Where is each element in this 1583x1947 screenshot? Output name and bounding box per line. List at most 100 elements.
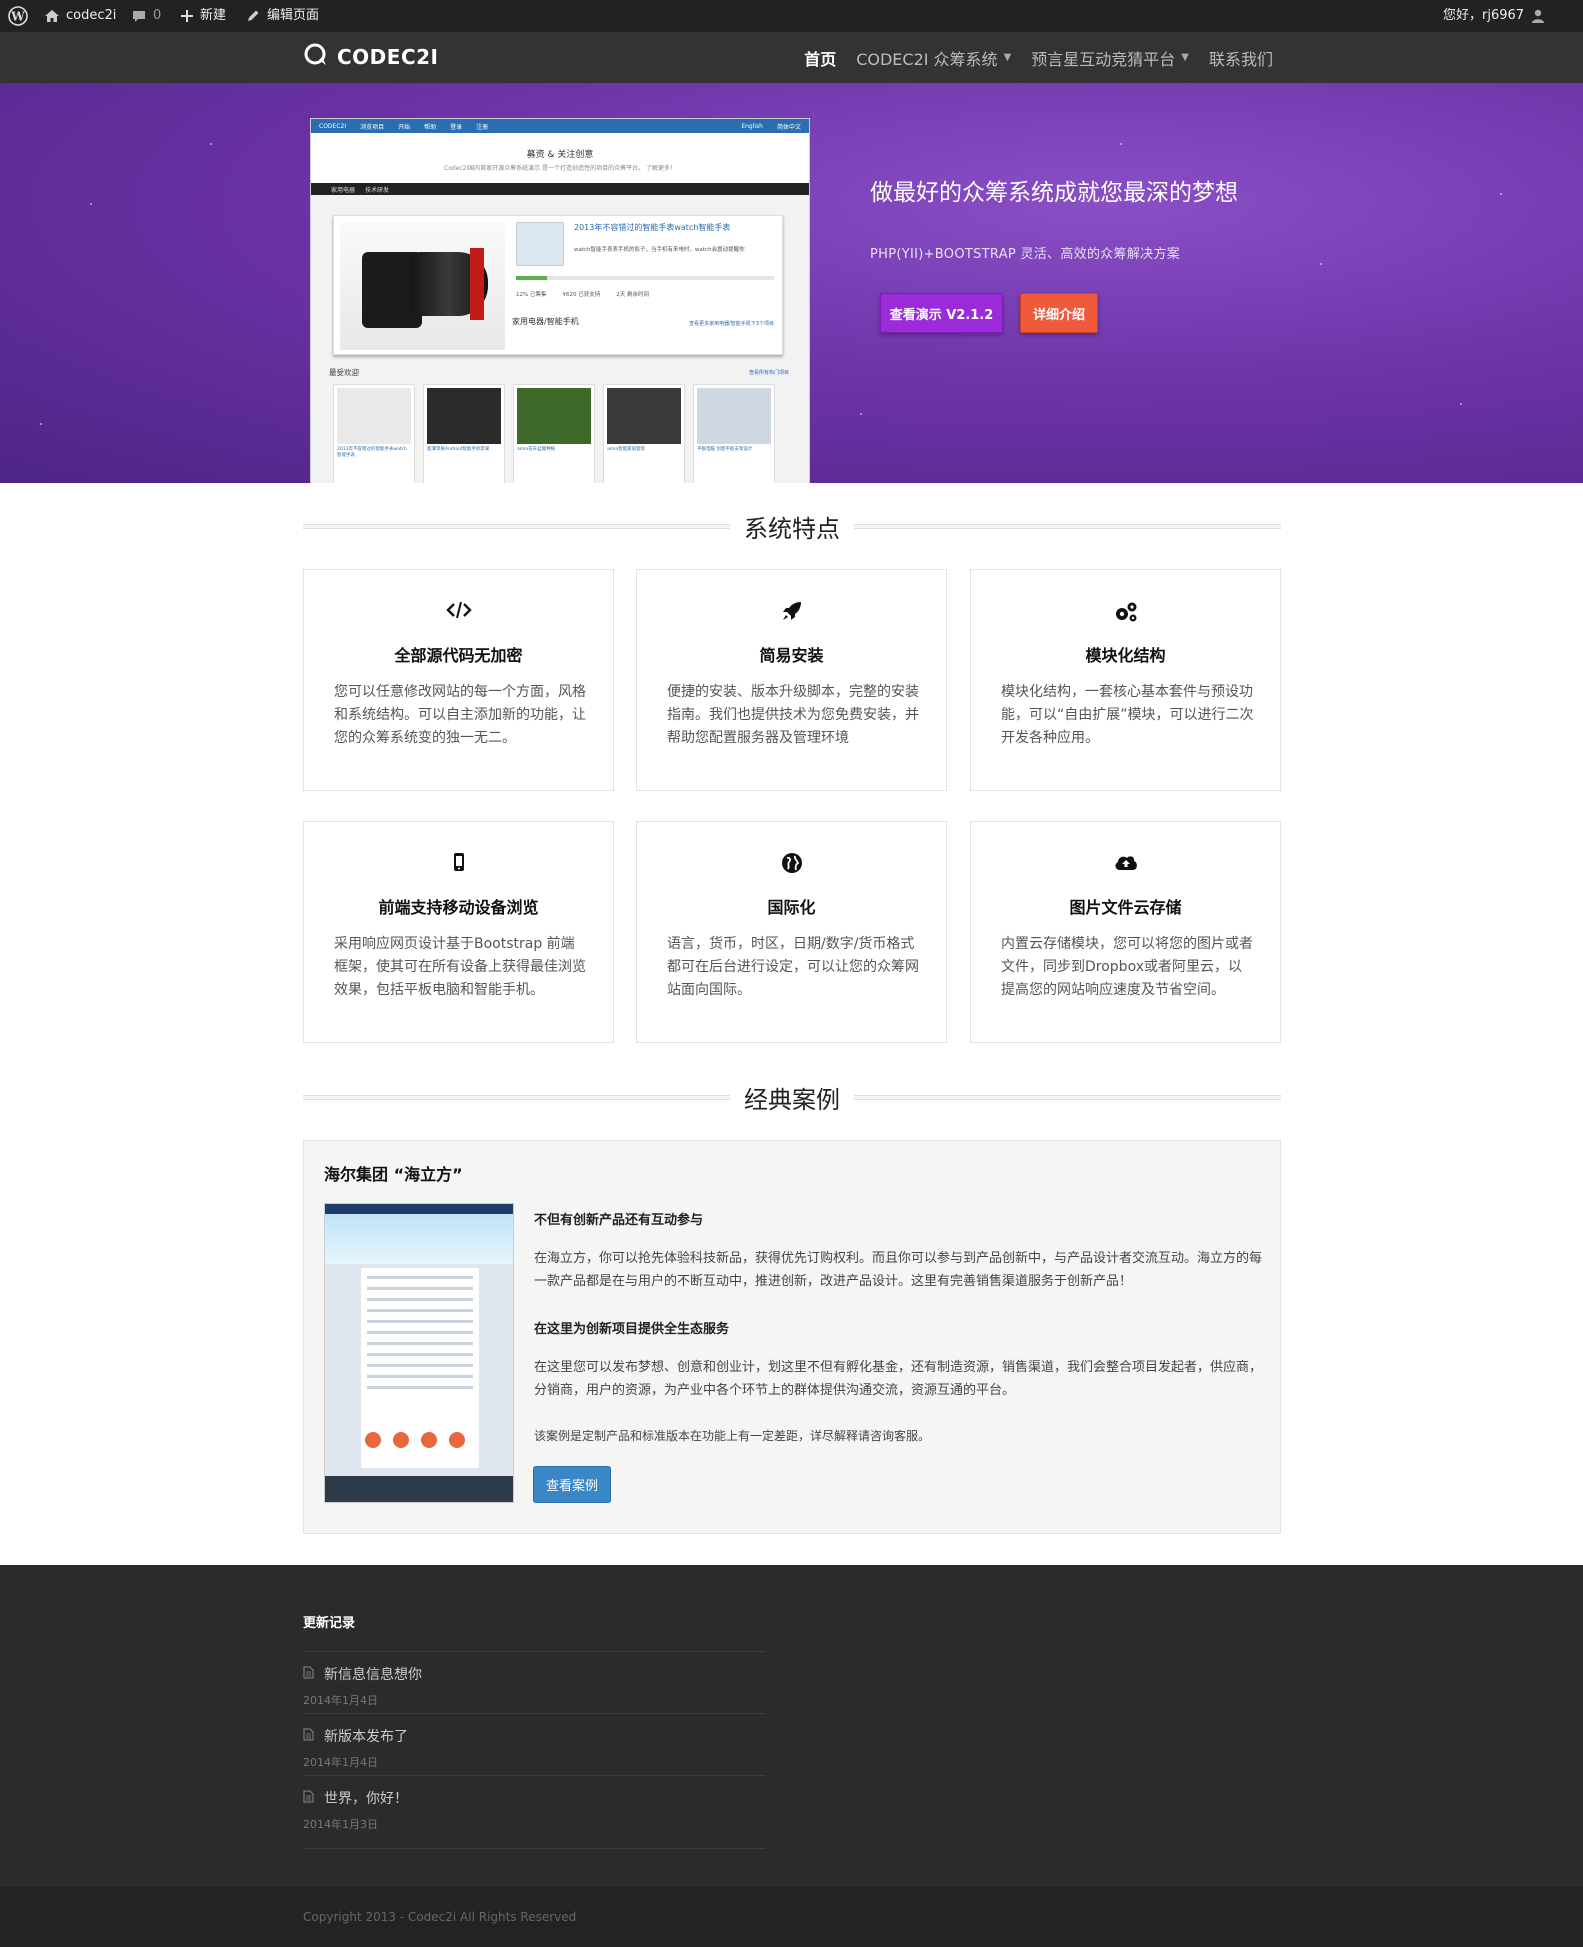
globe-icon (637, 852, 946, 876)
copyright-bar: Copyright 2013 - Codec2i All Rights Rese… (0, 1887, 1583, 1947)
nav-crowdfunding-label: CODEC2I 众筹系统 (856, 49, 998, 69)
preview-tab: 技术研发 (365, 186, 390, 194)
copyright-text: Copyright 2013 - Codec2i All Rights Rese… (303, 1910, 577, 1924)
footer-heading: 更新记录 (303, 1616, 356, 1631)
gears-icon (971, 600, 1280, 624)
feature-card: 全部源代码无加密 您可以任意修改网站的每一个方面，风格和系统结构。可以自主添加新… (303, 569, 614, 791)
wordpress-logo-icon[interactable]: W (8, 0, 28, 32)
preview-heading: 募资 & 关注创意 (526, 150, 594, 160)
nav-quiz-platform[interactable]: 预言星互动竞猜平台 ▼ (1021, 46, 1199, 70)
preview-nav-item: 简体中文 (776, 123, 801, 131)
case-study-panel: 海尔集团 “海立方” 不但有创新产品还有互动参与 在海立方，你可以抢先体验科技新… (303, 1140, 1281, 1534)
feature-title: 国际化 (767, 898, 816, 917)
nav-home-label: 首页 (804, 49, 837, 69)
features-section-heading: 系统特点 (303, 511, 1281, 543)
case-heading-2: 在这里为创新项目提供全生态服务 (534, 1322, 730, 1337)
preview-stats: 12% 已筹集 ¥620 已获支持 2天 剩余时间 (516, 290, 649, 298)
preview-nav-item: 帮助 (424, 123, 437, 131)
main-navbar: CODEC2I 首页 CODEC2I 众筹系统 ▼ 预言星互动竞猜平台 ▼ 联系我们 (0, 32, 1583, 83)
case-paragraph-2: 在这里您可以发布梦想、创意和创业计，划这里不但有孵化基金，还有制造资源，销售渠道… (534, 1360, 1263, 1398)
svg-text:W: W (10, 10, 25, 24)
preview-card: 平板电脑 创意平板支架设计 (693, 384, 775, 483)
case-screenshot (324, 1203, 514, 1503)
feature-title: 全部源代码无加密 (394, 646, 523, 665)
view-demo-button[interactable]: 查看演示 V2.1.2 (880, 293, 1003, 333)
document-icon (303, 1666, 314, 1683)
preview-card-title: amia智能家居套装 (607, 447, 646, 452)
preview-card: amia花卉盆栽种植 (513, 384, 595, 483)
preview-card-title: 超薄苹果Android智能手机苹果 (427, 447, 490, 452)
preview-card-grid: 2013年不容错过的智能手表watch智能手表 超薄苹果Android智能手机苹… (333, 384, 775, 483)
preview-subheading: Codec2i国内首家开源众筹系统演示 是一个打造创造性的项目的众筹平台。 了解… (444, 165, 676, 172)
view-case-button[interactable]: 查看案例 (533, 1466, 611, 1503)
cloud-upload-icon (971, 852, 1280, 876)
avatar (516, 222, 564, 266)
post-link[interactable]: 新版本发布了 (303, 1726, 408, 1746)
cases-section-title: 经典案例 (744, 1085, 840, 1114)
detail-intro-button[interactable]: 详细介绍 (1020, 293, 1098, 333)
logo-bubble-icon (303, 42, 329, 73)
feature-card: 模块化结构 模块化结构，一套核心基本套件与预设功能，可以“自由扩展”模块，可以进… (970, 569, 1281, 791)
preview-stat: ¥620 已获支持 (562, 292, 601, 298)
feature-desc: 模块化结构，一套核心基本套件与预设功能，可以“自由扩展”模块，可以进行二次开发各… (1001, 684, 1254, 746)
case-heading-1: 不但有创新产品还有互动参与 (534, 1213, 704, 1228)
preview-card: 超薄苹果Android智能手机苹果 (423, 384, 505, 483)
admin-edit-label: 编辑页面 (267, 8, 320, 23)
hero-subtitle: PHP(YII)+BOOTSTRAP 灵活、高效的众筹解决方案 (870, 247, 1181, 262)
nav-crowdfunding[interactable]: CODEC2I 众筹系统 ▼ (846, 46, 1021, 70)
logo-text: CODEC2I (337, 45, 439, 69)
preview-nav: CODEC2I 浏览项目 开始 帮助 登录 注册 English 简体中文 (311, 119, 809, 133)
preview-nav-item: English (741, 122, 763, 130)
preview-nav-item: 开始 (398, 123, 411, 131)
preview-header: 募资 & 关注创意 Codec2i国内首家开源众筹系统演示 是一个打造创造性的项… (311, 133, 809, 183)
post-date: 2014年1月4日 (303, 1694, 378, 1707)
rocket-icon (637, 600, 946, 624)
cases-section-heading: 经典案例 (303, 1082, 1281, 1114)
nav-contact[interactable]: 联系我们 (1199, 46, 1283, 70)
feature-desc: 采用响应网页设计基于Bootstrap 前端框架，使其可在所有设备上获得最佳浏览… (334, 936, 586, 998)
feature-card: 国际化 语言，货币，时区，日期/数字/货币格式都可在后台进行设定，可以让您的众筹… (636, 821, 947, 1043)
preview-tab: 家用电器 (331, 186, 356, 194)
list-item: 新版本发布了 2014年1月4日 (303, 1713, 765, 1775)
list-item: 新信息信息想你 2014年1月4日 (303, 1651, 765, 1713)
site-logo[interactable]: CODEC2I (303, 42, 438, 72)
admin-site-link[interactable]: codec2i (44, 0, 116, 32)
nav-links: 首页 CODEC2I 众筹系统 ▼ 预言星互动竞猜平台 ▼ 联系我们 (794, 32, 1283, 83)
code-icon (304, 600, 613, 624)
admin-edit-page-link[interactable]: 编辑页面 (245, 0, 319, 32)
mobile-icon (304, 852, 613, 876)
site-footer: 更新记录 新信息信息想你 2014年1月4日 新版本发布了 2014年1月4日 … (0, 1565, 1583, 1887)
preview-card: amia智能家居套装 (603, 384, 685, 483)
preview-popular-label: 最受欢迎 (329, 368, 359, 377)
admin-account-menu[interactable]: 您好，rj6967 (1443, 0, 1546, 32)
hero-title: 做最好的众筹系统成就您最深的梦想 (870, 180, 1238, 206)
feature-desc: 您可以任意修改网站的每一个方面，风格和系统结构。可以自主添加新的功能，让您的众筹… (334, 684, 586, 746)
feature-card: 图片文件云存储 内置云存储模块，您可以将您的图片或者文件，同步到Dropbox或… (970, 821, 1281, 1043)
camera-image (340, 222, 505, 350)
hero-banner: CODEC2I 浏览项目 开始 帮助 登录 注册 English 简体中文 募资… (0, 83, 1583, 483)
preview-card-title: 平板电脑 创意平板支架设计 (697, 447, 753, 452)
post-link[interactable]: 新信息信息想你 (303, 1664, 422, 1684)
comment-icon (131, 8, 147, 24)
preview-feature-title: 2013年不容错过的智能手表watch智能手表 (574, 223, 731, 232)
preview-popular-more: 查看所有热门项目 (748, 370, 789, 376)
admin-bar: W codec2i 0 新建 编辑页面 您好，rj6967 (0, 0, 1583, 32)
nav-contact-label: 联系我们 (1208, 49, 1273, 69)
feature-title: 前端支持移动设备浏览 (378, 898, 539, 917)
preview-feature-desc: watch智能手表表手机的影子，当手机有来电时，watch会震动提醒你 (574, 247, 745, 253)
nav-home[interactable]: 首页 (794, 46, 846, 70)
admin-new-link[interactable]: 新建 (180, 0, 226, 32)
feature-title: 模块化结构 (1085, 646, 1166, 665)
feature-card: 前端支持移动设备浏览 采用响应网页设计基于Bootstrap 前端框架，使其可在… (303, 821, 614, 1043)
post-link[interactable]: 世界，你好！ (303, 1788, 408, 1808)
feature-desc: 便捷的安装、版本升级脚本，完整的安装指南。我们也提供技术为您免费安装，并帮助您配… (667, 684, 919, 746)
case-title: 海尔集团 “海立方” (324, 1165, 463, 1184)
post-date: 2014年1月4日 (303, 1756, 378, 1769)
admin-site-name: codec2i (66, 8, 117, 23)
feature-desc: 内置云存储模块，您可以将您的图片或者文件，同步到Dropbox或者阿里云，以提高… (1001, 936, 1253, 998)
document-icon (303, 1728, 314, 1745)
admin-comments-link[interactable]: 0 (131, 0, 161, 32)
divider (303, 1848, 765, 1849)
home-icon (44, 8, 60, 24)
comments-count: 0 (153, 8, 162, 23)
